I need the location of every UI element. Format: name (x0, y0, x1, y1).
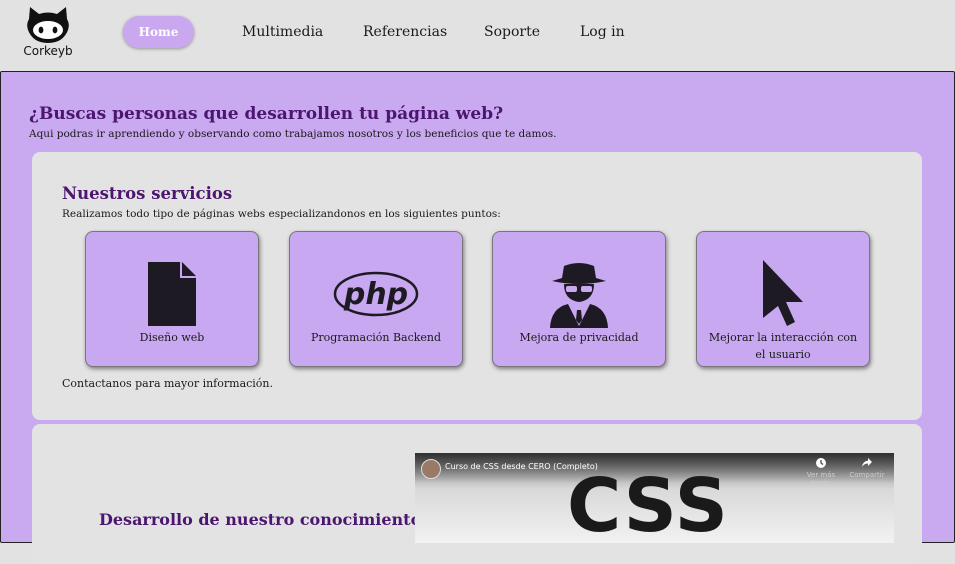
cursor-icon (697, 260, 869, 328)
contact-text: Contactanos para mayor información. (62, 377, 274, 390)
service-card-interaction[interactable]: Mejorar la interacción con el usuario (696, 231, 870, 367)
spy-icon (493, 260, 665, 328)
service-card-backend[interactable]: php Programación Backend (289, 231, 463, 367)
channel-avatar[interactable] (421, 459, 441, 479)
video-thumbnail-text: CSS (567, 463, 729, 543)
brand-logo[interactable]: Corkeyb (22, 3, 74, 58)
svg-text:php: php (343, 277, 408, 312)
octocat-icon (27, 7, 69, 43)
service-card-privacy[interactable]: Mejora de privacidad (492, 231, 666, 367)
watch-later-label: Ver más tarde (806, 471, 836, 487)
share-button[interactable]: Compartir (847, 457, 887, 479)
nav-referencias[interactable]: Referencias (363, 16, 447, 48)
watch-later-button[interactable]: Ver más tarde (801, 457, 841, 487)
php-icon: php (290, 260, 462, 328)
services-card: Nuestros servicios Realizamos todo tipo … (32, 152, 922, 420)
service-card-web-design[interactable]: Diseño web (85, 231, 259, 367)
service-label: Diseño web (139, 331, 205, 344)
knowledge-card: Desarrollo de nuestro conocimiento Curso… (32, 424, 922, 564)
services-subtitle: Realizamos todo tipo de páginas webs esp… (62, 208, 501, 220)
share-icon (862, 458, 872, 467)
video-player[interactable]: Curso de CSS desde CERO (Completo) Ver m… (415, 453, 894, 543)
hero-title: ¿Buscas personas que desarrollen tu pági… (29, 104, 504, 124)
nav-login[interactable]: Log in (580, 16, 625, 48)
share-label: Compartir (849, 471, 885, 479)
knowledge-title: Desarrollo de nuestro conocimiento (99, 510, 422, 529)
services-title: Nuestros servicios (62, 184, 233, 203)
brand-name: Corkeyb (23, 44, 73, 58)
service-label: Mejorar la interacción con el usuario (708, 331, 858, 361)
nav-soporte[interactable]: Soporte (484, 16, 540, 48)
clock-icon (816, 458, 826, 468)
navbar: Corkeyb Home Multimedia Referencias Sopo… (0, 0, 955, 70)
service-label: Programación Backend (310, 331, 442, 344)
service-label: Mejora de privacidad (519, 331, 639, 344)
file-icon (86, 260, 258, 328)
main-content: ¿Buscas personas que desarrollen tu pági… (0, 71, 955, 564)
nav-home[interactable]: Home (123, 16, 194, 48)
nav-multimedia[interactable]: Multimedia (242, 16, 323, 48)
hero-subtitle: Aqui podras ir aprendiendo y observando … (29, 128, 557, 140)
